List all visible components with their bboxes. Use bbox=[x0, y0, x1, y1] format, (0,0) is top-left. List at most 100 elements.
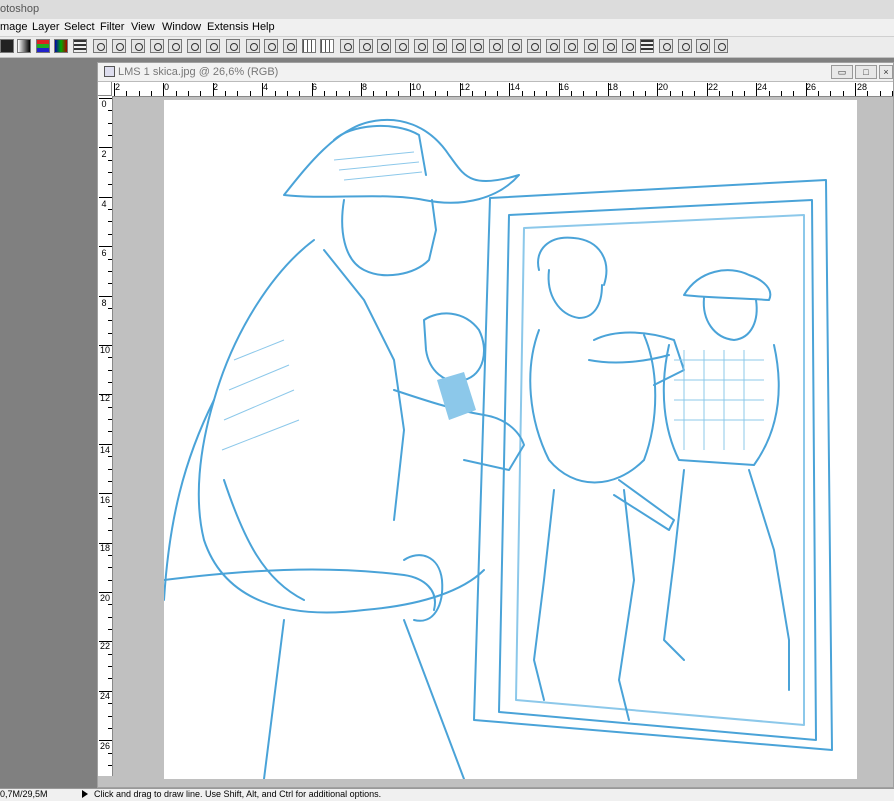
ruler-h-tick bbox=[608, 83, 609, 96]
zoom-out-icon[interactable] bbox=[264, 39, 278, 53]
status-menu-arrow-icon[interactable] bbox=[82, 790, 88, 798]
ruler-h-tick bbox=[546, 91, 547, 96]
minimize-button[interactable]: ▭ bbox=[831, 65, 853, 79]
ruler-h-tick bbox=[756, 83, 757, 96]
document-title-bar[interactable]: LMS 1 skica.jpg @ 26,6% (RGB) ▭ □ × bbox=[98, 63, 893, 82]
stack-3-icon[interactable] bbox=[603, 39, 617, 53]
eraser-icon[interactable] bbox=[659, 39, 673, 53]
document-title: LMS 1 skica.jpg @ 26,6% (RGB) bbox=[118, 66, 279, 78]
main-vest bbox=[323, 249, 405, 521]
lasso-mag-icon[interactable] bbox=[470, 39, 484, 53]
magic-wand-icon[interactable] bbox=[112, 39, 126, 53]
brush-icon[interactable] bbox=[489, 39, 503, 53]
image-canvas[interactable] bbox=[164, 100, 857, 779]
ruler-h-tick bbox=[744, 91, 745, 96]
ruler-v-tick bbox=[108, 209, 112, 210]
ruler-v-label: 14 bbox=[100, 445, 111, 455]
ruler-h-tick bbox=[250, 91, 251, 96]
pen-icon[interactable] bbox=[377, 39, 391, 53]
crop-tool-icon[interactable] bbox=[414, 39, 428, 53]
main-head bbox=[341, 199, 437, 277]
menu-view[interactable]: View bbox=[131, 21, 155, 33]
ruler-v-tick bbox=[108, 259, 112, 260]
channel-icon[interactable] bbox=[395, 39, 409, 53]
gradient-swatch-icon[interactable] bbox=[17, 39, 31, 53]
menu-layer[interactable]: Layer bbox=[32, 21, 60, 33]
ruler-v-tick bbox=[99, 740, 112, 741]
lasso-all-icon[interactable] bbox=[433, 39, 447, 53]
ruler-v-tick bbox=[99, 691, 112, 692]
ruler-v-tick bbox=[108, 320, 112, 321]
zoom-in-icon[interactable] bbox=[246, 39, 260, 53]
levels-icon[interactable] bbox=[73, 39, 87, 53]
ruler-h-label: 2 bbox=[115, 82, 121, 92]
lasso-icon[interactable] bbox=[359, 39, 373, 53]
transform-box-icon[interactable] bbox=[527, 39, 541, 53]
ruler-h-tick bbox=[596, 91, 597, 96]
marquee-icon[interactable] bbox=[187, 39, 201, 53]
stack-2-icon[interactable] bbox=[584, 39, 598, 53]
stamp-icon[interactable] bbox=[508, 39, 522, 53]
ruler-h-label: 8 bbox=[362, 82, 368, 92]
ruler-h-tick bbox=[571, 91, 572, 96]
zoom-icon[interactable] bbox=[283, 39, 297, 53]
crop-icon[interactable] bbox=[131, 39, 145, 53]
ruler-h-tick bbox=[447, 91, 448, 96]
ruler-v-tick bbox=[108, 518, 112, 519]
rec-icon[interactable] bbox=[714, 39, 728, 53]
transform-icon[interactable] bbox=[150, 39, 164, 53]
close-button[interactable]: × bbox=[879, 65, 893, 79]
ruler-v-label: 0 bbox=[101, 99, 107, 109]
ruler-v-tick bbox=[108, 357, 112, 358]
ruler-h-label: 16 bbox=[559, 82, 570, 92]
ruler-h-tick bbox=[151, 91, 152, 96]
stack-4-icon[interactable] bbox=[622, 39, 636, 53]
menu-select[interactable]: Select bbox=[64, 21, 95, 33]
menu-extensis[interactable]: Extensis bbox=[207, 21, 249, 33]
main-cowboy-hat bbox=[283, 118, 520, 204]
rgb-channels-icon[interactable] bbox=[36, 39, 50, 53]
hatch-icon[interactable] bbox=[640, 39, 654, 53]
toolbar bbox=[0, 37, 894, 58]
lasso-poly-icon[interactable] bbox=[452, 39, 466, 53]
layers-icon[interactable] bbox=[696, 39, 710, 53]
ruler-v-tick bbox=[108, 580, 112, 581]
ruler-v-tick bbox=[108, 456, 112, 457]
path-select-icon[interactable] bbox=[226, 39, 240, 53]
grid-2-icon[interactable] bbox=[320, 39, 334, 53]
ruler-h-label: 4 bbox=[263, 82, 269, 92]
stack-icon[interactable] bbox=[564, 39, 578, 53]
ruler-v-tick bbox=[99, 246, 112, 247]
measure-icon[interactable] bbox=[206, 39, 220, 53]
maximize-button[interactable]: □ bbox=[855, 65, 877, 79]
enemy-right-legs bbox=[663, 469, 790, 691]
rotate-icon[interactable] bbox=[340, 39, 354, 53]
ruler-h-tick bbox=[126, 91, 127, 96]
ruler-v-tick bbox=[99, 493, 112, 494]
menu-filter[interactable]: Filter bbox=[100, 21, 124, 33]
ruler-h-tick bbox=[707, 83, 708, 96]
ruler-v-tick bbox=[108, 629, 112, 630]
menu-window[interactable]: Window bbox=[162, 21, 201, 33]
ruler-h-tick bbox=[719, 91, 720, 96]
horizontal-ruler[interactable]: 2 0 2 4 6 8 10 12 14 16 18 20 22 24 26 2… bbox=[112, 82, 893, 97]
ruler-h-tick bbox=[410, 83, 411, 96]
vertical-ruler[interactable]: 0 2 4 6 8 10 12 14 16 18 20 22 24 26 bbox=[98, 96, 113, 776]
app-title: otoshop bbox=[0, 3, 40, 15]
ruler-v-tick bbox=[108, 567, 112, 568]
ruler-h-tick bbox=[312, 83, 313, 96]
gradient-map-icon[interactable] bbox=[54, 39, 68, 53]
ruler-h-tick bbox=[349, 91, 350, 96]
line-tool-icon[interactable] bbox=[93, 39, 107, 53]
ruler-h-tick bbox=[645, 91, 646, 96]
ruler-v-tick bbox=[108, 604, 112, 605]
burn-icon[interactable] bbox=[168, 39, 182, 53]
drop-icon[interactable] bbox=[678, 39, 692, 53]
black-swatch-icon[interactable] bbox=[0, 39, 14, 53]
grid-icon[interactable] bbox=[302, 39, 316, 53]
menu-image[interactable]: mage bbox=[0, 21, 28, 33]
menu-help[interactable]: Help bbox=[252, 21, 275, 33]
ruler-v-tick bbox=[108, 703, 112, 704]
transform-box-2-icon[interactable] bbox=[546, 39, 560, 53]
ruler-v-tick bbox=[108, 110, 112, 111]
